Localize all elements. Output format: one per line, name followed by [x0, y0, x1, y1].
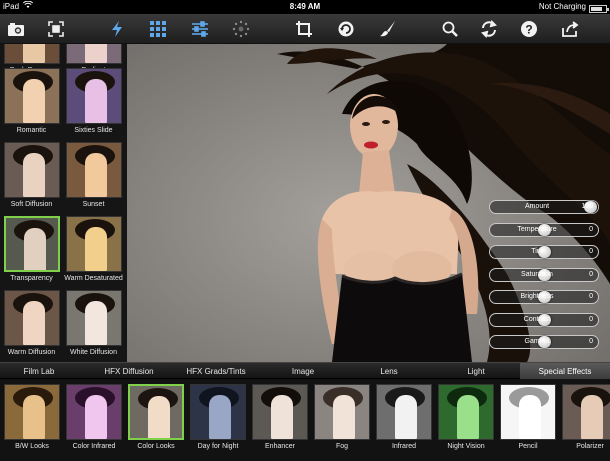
filter-label: Polarizer	[576, 443, 604, 450]
filter-label: Night Vision	[447, 443, 485, 450]
preset-label: White Diffusion	[70, 349, 117, 356]
slider-label: Saturation	[521, 270, 553, 278]
slider-value: 0	[589, 315, 593, 323]
camera-icon[interactable]	[6, 19, 26, 39]
filter-thumbnail-night-vision[interactable]	[438, 384, 494, 440]
filter-label: Pencil	[518, 443, 538, 450]
tint-slider[interactable]: Tint 0	[489, 245, 599, 259]
preset-thumbnail-warm-diffusion[interactable]	[4, 290, 60, 346]
rotate-icon[interactable]	[336, 19, 356, 39]
contrast-slider[interactable]: Contrast 0	[489, 312, 599, 327]
filter-label: B/W Looks	[15, 443, 49, 450]
tab-hfx-grads-tints[interactable]: HFX Grads/Tints	[172, 363, 260, 380]
filter-label: Day for Night	[197, 443, 239, 450]
preset-thumbnail-transparency[interactable]	[4, 216, 60, 272]
search-icon[interactable]	[440, 19, 460, 39]
slider-value: 0	[589, 225, 593, 233]
tab-light[interactable]: Light	[432, 363, 520, 380]
preset-label: Soft Diffusion	[10, 201, 53, 208]
tab-film-lab[interactable]: Film Lab	[0, 363, 78, 380]
filter-thumbnail-b-w-looks[interactable]	[4, 384, 60, 440]
preset-thumbnail-warm-desaturated[interactable]	[66, 216, 122, 272]
filter-thumbnail-enhancer[interactable]	[252, 384, 308, 440]
gamma-slider[interactable]: Gamma 0	[489, 335, 599, 349]
preset-thumbnail-radiant[interactable]	[66, 44, 122, 64]
grid-icon[interactable]	[148, 19, 168, 39]
preset-thumbnail-romantic[interactable]	[4, 68, 60, 124]
preset-thumbnail-white-diffusion[interactable]	[66, 290, 122, 346]
photo-canvas[interactable]: Amount 100 Temperature 0 Tint 0 Saturation 0 Bri…	[127, 44, 610, 362]
slider-value: 0	[589, 270, 593, 278]
refresh-icon[interactable]	[479, 19, 499, 39]
slider-value: 0	[589, 293, 593, 300]
filter-strip: B/W Looks Color Infrared Color Looks Day fo…	[0, 379, 610, 461]
battery-icon	[589, 4, 609, 13]
filter-label: Enhancer	[265, 443, 295, 450]
category-tabs: Film Lab HFX Diffusion HFX Grads/Tints Imag…	[0, 362, 610, 380]
filter-thumbnail-color-infrared[interactable]	[66, 384, 122, 440]
preset-thumbnail-sixties-slide[interactable]	[66, 68, 122, 124]
crop-icon[interactable]	[294, 19, 314, 39]
preset-label: Transparency	[10, 275, 53, 282]
status-bar: iPad 8:49 AM Not Charging	[0, 0, 610, 14]
filter-label: Color Looks	[137, 443, 175, 450]
preset-label: Sunset	[82, 201, 105, 208]
filter-thumbnail-day-for-night[interactable]	[190, 384, 246, 440]
adjust-icon[interactable]	[190, 19, 210, 39]
svg-text:?: ?	[525, 23, 532, 37]
brightness-slider[interactable]: Brightness 0	[489, 290, 599, 304]
slider-label: Brightness	[520, 293, 554, 300]
filter-thumbnail-polarizer[interactable]	[562, 384, 610, 440]
help-icon[interactable]: ?	[519, 19, 539, 39]
tab-image[interactable]: Image	[260, 363, 346, 380]
tab-hfx-diffusion[interactable]: HFX Diffusion	[86, 363, 172, 380]
dots-circle-icon[interactable]	[231, 19, 251, 39]
filter-label: Infrared	[391, 443, 417, 450]
preset-label: Romantic	[16, 127, 47, 134]
brush-icon[interactable]	[378, 19, 398, 39]
share-icon[interactable]	[560, 19, 580, 39]
slider-value: 100	[581, 203, 593, 210]
preset-label: Warm Diffusion	[7, 349, 56, 356]
preset-panel: Push ProcessRadiantRomanticSixties Slide…	[0, 44, 127, 362]
preset-thumbnail-sunset[interactable]	[66, 142, 122, 198]
preset-label: Warm Desaturated	[64, 275, 123, 282]
filter-label: Fog	[335, 443, 349, 450]
battery-status-text: Not Charging	[538, 2, 586, 11]
preset-label: Sixties Slide	[74, 127, 113, 134]
slider-value: 0	[589, 248, 593, 255]
filter-label: Color Infrared	[72, 443, 116, 450]
filter-thumbnail-pencil[interactable]	[500, 384, 556, 440]
slider-label: Temperature	[517, 225, 557, 233]
filter-thumbnail-infrared[interactable]	[376, 384, 432, 440]
saturation-slider[interactable]: Saturation 0	[489, 267, 599, 282]
tab-special-effects[interactable]: Special Effects	[520, 363, 610, 380]
lightning-icon[interactable]	[107, 19, 127, 39]
tab-lens[interactable]: Lens	[346, 363, 432, 380]
slider-value: 0	[589, 338, 593, 345]
slider-label: Tint	[531, 248, 543, 255]
filter-thumbnail-fog[interactable]	[314, 384, 370, 440]
amount-slider[interactable]: Amount 100	[489, 200, 599, 214]
filter-thumbnail-color-looks[interactable]	[128, 384, 184, 440]
temperature-slider[interactable]: Temperature 0	[489, 222, 599, 237]
preset-thumbnail-soft-diffusion[interactable]	[4, 142, 60, 198]
status-time: 8:49 AM	[289, 2, 321, 11]
slider-label: Contrast	[523, 315, 551, 323]
slider-label: Amount	[524, 203, 550, 210]
toolbar: ?	[0, 14, 610, 44]
slider-label: Gamma	[524, 338, 550, 345]
fullscreen-icon[interactable]	[46, 19, 66, 39]
preset-thumbnail-push-process[interactable]	[4, 44, 60, 64]
